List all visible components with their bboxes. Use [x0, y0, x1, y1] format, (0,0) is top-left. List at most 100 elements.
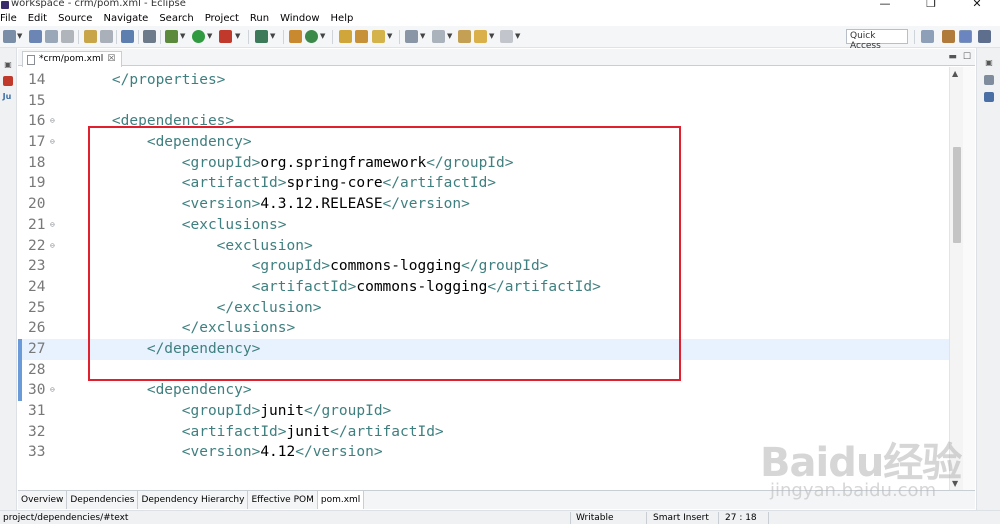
run-icon[interactable] — [192, 30, 205, 43]
close-tab-icon[interactable]: ☒ — [107, 52, 115, 67]
chevron-down-icon[interactable]: ▼ — [270, 32, 275, 40]
tab-dependency-hierarchy[interactable]: Dependency Hierarchy — [138, 491, 249, 509]
status-divider — [646, 512, 647, 524]
new-java-project-icon[interactable] — [255, 30, 268, 43]
debug-perspective-icon[interactable] — [978, 30, 991, 43]
open-folder-icon[interactable] — [339, 30, 352, 43]
next-annotation-icon[interactable] — [432, 30, 445, 43]
junit-icon[interactable]: Ju — [2, 92, 12, 102]
debug-icon[interactable] — [165, 30, 178, 43]
status-divider — [768, 512, 769, 524]
new-package-icon[interactable] — [289, 30, 302, 43]
tab-effective-pom[interactable]: Effective POM — [248, 491, 318, 509]
new-class-icon[interactable] — [305, 30, 318, 43]
window-title: workspace - crm/pom.xml - Eclipse — [11, 0, 186, 9]
console-icon[interactable] — [121, 30, 134, 43]
line-number: 28 — [28, 361, 46, 378]
status-cursor-position: 27 : 18 — [725, 513, 757, 523]
restore-icon[interactable]: ▣ — [3, 60, 13, 70]
new-icon[interactable] — [3, 30, 16, 43]
line-number: 18 — [28, 154, 46, 171]
chevron-down-icon[interactable]: ▼ — [17, 32, 22, 40]
back-icon[interactable] — [474, 30, 487, 43]
xml-tag: </groupId> — [303, 403, 392, 419]
chevron-down-icon[interactable]: ▼ — [207, 32, 212, 40]
chevron-down-icon[interactable]: ▼ — [235, 32, 240, 40]
code-line[interactable]: 30 ⊖ <dependency> — [18, 380, 949, 401]
xml-editor[interactable]: 14 </properties> 15 16 ⊖ <dependencies> 17 ⊖ … — [18, 67, 949, 490]
line-number: 14 — [28, 72, 46, 88]
xml-file-icon — [27, 54, 35, 65]
close-window-button[interactable]: ✕ — [954, 0, 1000, 10]
toggle-icon[interactable] — [100, 30, 113, 43]
scroll-down-icon[interactable]: ▼ — [952, 479, 958, 488]
pen-icon[interactable] — [372, 30, 385, 43]
save-icon[interactable] — [29, 30, 42, 43]
chevron-down-icon[interactable]: ▼ — [515, 32, 520, 40]
java-perspective-icon[interactable] — [959, 30, 972, 43]
tab-overview[interactable]: Overview — [18, 491, 68, 509]
outline-icon[interactable] — [984, 75, 994, 85]
fold-toggle-icon[interactable]: ⊖ — [50, 380, 55, 401]
print-icon[interactable] — [61, 30, 74, 43]
external-tools-icon[interactable] — [219, 30, 232, 43]
menu-navigate[interactable]: Navigate — [98, 13, 154, 24]
open-perspective-icon[interactable] — [921, 30, 934, 43]
minimize-icon[interactable]: ▬ — [948, 52, 957, 62]
line-number: 20 — [28, 196, 46, 213]
eclipse-app-icon — [1, 1, 9, 9]
restore-icon[interactable]: ▣ — [984, 58, 994, 68]
code-text: <groupId>junit</groupId> — [77, 401, 392, 422]
chevron-down-icon[interactable]: ▼ — [320, 32, 325, 40]
line-number: 19 — [28, 175, 46, 192]
xml-tag: <artifactId> — [77, 423, 287, 440]
chevron-down-icon[interactable]: ▼ — [489, 32, 494, 40]
line-number: 32 — [28, 423, 46, 440]
chevron-down-icon[interactable]: ▼ — [447, 32, 452, 40]
fold-toggle-icon[interactable]: ⊖ — [50, 111, 55, 132]
menu-edit[interactable]: Edit — [23, 13, 53, 24]
tab-pom-xml[interactable]: *crm/pom.xml ☒ — [22, 51, 123, 67]
forward-icon[interactable] — [500, 30, 513, 43]
chevron-down-icon[interactable]: ▼ — [180, 32, 185, 40]
line-number: 21 — [28, 216, 46, 233]
menu-file[interactable]: File — [0, 13, 23, 24]
code-line[interactable]: 14 </properties> — [18, 70, 949, 91]
last-edit-icon[interactable] — [458, 30, 471, 43]
maximize-icon[interactable]: ☐ — [963, 52, 971, 62]
annotation-icon[interactable] — [405, 30, 418, 43]
quick-access-field[interactable]: Quick Access — [846, 29, 908, 51]
menu-project[interactable]: Project — [200, 13, 245, 24]
maximize-button[interactable]: ❐ — [908, 0, 954, 10]
tab-pom-xml-source[interactable]: pom.xml — [317, 491, 365, 509]
menu-run[interactable]: Run — [245, 13, 275, 24]
menu-window[interactable]: Window — [275, 13, 325, 24]
chevron-down-icon[interactable]: ▼ — [387, 32, 392, 40]
code-line[interactable]: 33 <version>4.12</version> — [18, 442, 949, 463]
menu-help[interactable]: Help — [326, 13, 360, 24]
fold-toggle-icon[interactable]: ⊖ — [50, 215, 55, 236]
xml-tag: <groupId> — [77, 403, 261, 419]
search-files-icon[interactable] — [355, 30, 368, 43]
scrollbar-thumb[interactable] — [953, 147, 961, 243]
code-line[interactable]: 32 <artifactId>junit</artifactId> — [18, 422, 949, 443]
code-line[interactable]: 31 <groupId>junit</groupId> — [18, 401, 949, 422]
menu-search[interactable]: Search — [154, 13, 199, 24]
pin-icon[interactable] — [143, 30, 156, 43]
code-line[interactable]: 15 — [18, 91, 949, 112]
menu-source[interactable]: Source — [53, 13, 98, 24]
package-explorer-icon[interactable] — [3, 76, 13, 86]
scroll-up-icon[interactable]: ▲ — [952, 69, 958, 78]
tab-dependencies[interactable]: Dependencies — [67, 491, 139, 509]
minimize-button[interactable]: — — [862, 0, 908, 10]
fold-toggle-icon[interactable]: ⊖ — [50, 132, 55, 153]
vertical-scrollbar[interactable]: ▲ ▼ — [949, 67, 963, 490]
line-number: 30 — [28, 382, 46, 399]
line-number: 17 — [28, 134, 46, 151]
fold-toggle-icon[interactable]: ⊖ — [50, 236, 55, 257]
open-type-icon[interactable] — [84, 30, 97, 43]
chevron-down-icon[interactable]: ▼ — [420, 32, 425, 40]
save-all-icon[interactable] — [45, 30, 58, 43]
java-ee-perspective-icon[interactable] — [942, 30, 955, 43]
task-list-icon[interactable] — [984, 92, 994, 102]
